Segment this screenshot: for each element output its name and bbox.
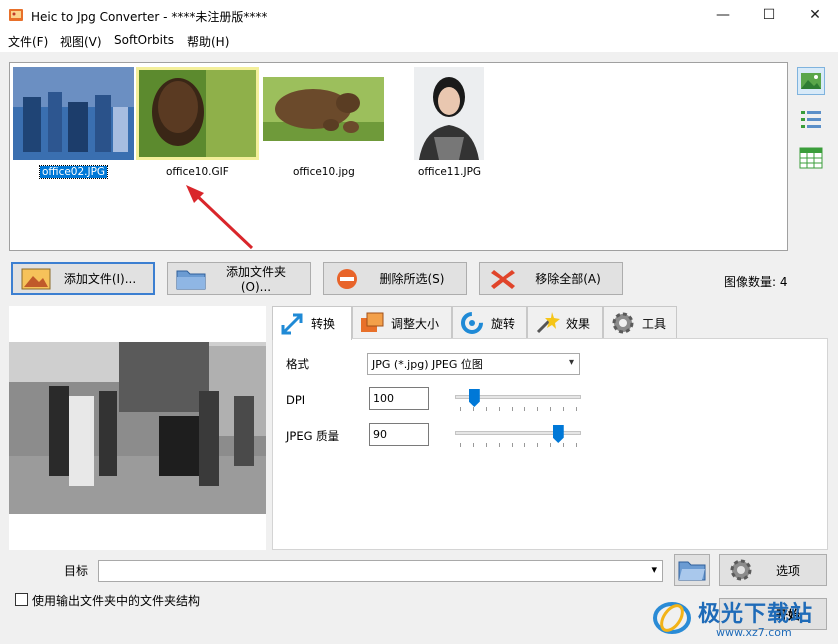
- add-file-label: 添加文件(I)...: [63, 272, 137, 286]
- watermark-logo-icon: [653, 602, 691, 634]
- slider-tick: [563, 407, 565, 411]
- tab-effects-label: 效果: [566, 316, 591, 331]
- watermark-url: www.xz7.com: [716, 626, 792, 639]
- thumbnail-view-icon[interactable]: [797, 67, 825, 95]
- rotate-icon: [461, 312, 483, 334]
- slider-tick: [524, 407, 526, 411]
- slider-tick: [576, 407, 577, 411]
- thumbnail-label[interactable]: office11.JPG: [418, 166, 481, 178]
- menu-bar: 文件(F) 视图(V) SoftOrbits 帮助(H): [0, 30, 838, 52]
- gear-icon: [730, 559, 752, 581]
- options-label: 选项: [775, 563, 800, 578]
- browse-folder-button[interactable]: [674, 554, 710, 586]
- minimize-button[interactable]: —: [700, 0, 746, 30]
- thumbnail-label[interactable]: office10.jpg: [293, 166, 355, 178]
- tab-rotate[interactable]: 旋转: [452, 306, 527, 339]
- slider-tick: [472, 443, 474, 447]
- menu-view[interactable]: 视图(V): [60, 33, 102, 50]
- slider-tick: [460, 407, 461, 411]
- remove-selected-label: 删除所选(S): [379, 272, 445, 286]
- remove-selected-button[interactable]: 删除所选(S): [323, 262, 467, 295]
- add-folder-label: 添加文件夹(O)...: [225, 265, 286, 294]
- tab-tools-label: 工具: [642, 316, 667, 331]
- menu-file[interactable]: 文件(F): [8, 33, 48, 50]
- window-title: Heic to Jpg Converter - ****未注册版****: [31, 10, 268, 24]
- slider-tick: [511, 443, 513, 447]
- thumbnail-label[interactable]: office02.JPG: [38, 165, 109, 179]
- thumbnail-office02[interactable]: [13, 67, 134, 160]
- annotation-arrow-icon: [186, 185, 254, 250]
- menu-softorbits[interactable]: SoftOrbits: [114, 33, 174, 47]
- slider-tick: [576, 443, 577, 447]
- dpi-input[interactable]: 100: [369, 387, 429, 410]
- target-label: 目标: [64, 564, 89, 578]
- slider-tick: [563, 443, 565, 447]
- magic-wand-icon: [536, 312, 560, 334]
- maximize-button[interactable]: ☐: [746, 0, 792, 30]
- jpeg-quality-label: JPEG 质量: [286, 429, 340, 443]
- slider-tick: [537, 407, 539, 411]
- tab-resize[interactable]: 调整大小: [352, 306, 452, 339]
- folder-structure-label: 使用输出文件夹中的文件夹结构: [32, 594, 201, 608]
- table-view-icon[interactable]: [797, 144, 825, 172]
- thumbnail-office10-jpg[interactable]: [263, 77, 384, 141]
- options-button[interactable]: 选项: [719, 554, 827, 586]
- slider-tick: [485, 407, 487, 411]
- remove-all-label: 移除全部(A): [535, 272, 601, 286]
- image-icon: [21, 268, 51, 289]
- watermark-text: 极光下载站: [698, 602, 814, 627]
- gear-icon: [612, 312, 634, 334]
- image-count: 图像数量: 4: [724, 275, 788, 289]
- chevron-down-icon: ▾: [568, 357, 574, 368]
- chevron-down-icon: ▾: [651, 563, 657, 576]
- slider-tick: [498, 443, 500, 447]
- remove-icon: [337, 268, 357, 289]
- slider-tick: [537, 443, 539, 447]
- remove-all-button[interactable]: 移除全部(A): [479, 262, 623, 295]
- slider-tick: [550, 407, 552, 411]
- list-view-icon[interactable]: [797, 106, 825, 134]
- target-path-combo[interactable]: ▾: [98, 560, 663, 582]
- tab-convert[interactable]: 转换: [272, 306, 352, 340]
- delete-x-icon: [491, 269, 515, 289]
- slider-tick: [472, 407, 474, 411]
- tab-tools[interactable]: 工具: [603, 306, 677, 339]
- folder-icon: [176, 270, 206, 289]
- thumbnail-label[interactable]: office10.GIF: [166, 166, 229, 178]
- convert-icon: [281, 313, 303, 334]
- add-file-button[interactable]: 添加文件(I)...: [11, 262, 155, 295]
- app-icon: [9, 9, 23, 21]
- jpeg-quality-input[interactable]: 90: [369, 423, 429, 446]
- slider-tick: [460, 443, 461, 447]
- add-folder-button[interactable]: 添加文件夹(O)...: [167, 262, 311, 295]
- menu-help[interactable]: 帮助(H): [187, 33, 229, 50]
- tab-convert-label: 转换: [311, 317, 336, 331]
- thumbnail-office10-gif[interactable]: [136, 67, 259, 160]
- slider-tick: [550, 443, 552, 447]
- slider-tick: [524, 443, 526, 447]
- title-bar: Heic to Jpg Converter - ****未注册版**** — ☐…: [0, 0, 838, 30]
- slider-tick: [498, 407, 500, 411]
- tab-effects[interactable]: 效果: [527, 306, 603, 339]
- thumbnail-office11[interactable]: [414, 67, 484, 160]
- open-folder-icon: [678, 561, 706, 581]
- tab-resize-label: 调整大小: [391, 316, 440, 331]
- format-value: JPG (*.jpg) JPEG 位图: [372, 358, 483, 371]
- close-button[interactable]: ✕: [792, 0, 838, 30]
- folder-structure-checkbox[interactable]: [15, 593, 28, 606]
- slider-tick: [511, 407, 513, 411]
- resize-icon: [361, 312, 384, 332]
- format-select[interactable]: JPG (*.jpg) JPEG 位图 ▾: [367, 353, 580, 375]
- slider-tick: [485, 443, 487, 447]
- tab-rotate-label: 旋转: [491, 316, 516, 331]
- thumbnail-list[interactable]: office02.JPG office10.GIF office10.jpg o…: [9, 62, 788, 251]
- format-label: 格式: [286, 357, 309, 371]
- watermark: 极光下载站 www.xz7.com: [640, 592, 838, 644]
- dpi-label: DPI: [286, 393, 306, 407]
- image-preview: [9, 306, 266, 550]
